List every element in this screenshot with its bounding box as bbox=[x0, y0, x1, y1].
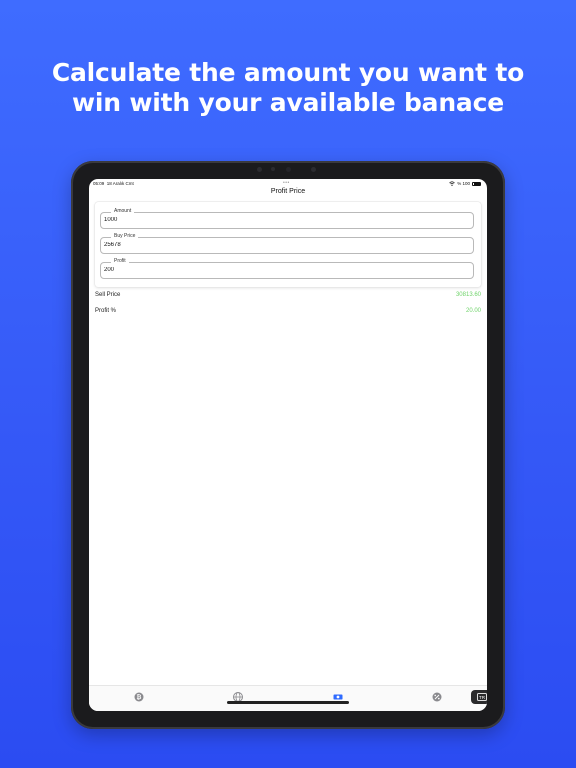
status-clock: 05:09 bbox=[93, 181, 105, 186]
tab-bar: ₿ bbox=[89, 685, 487, 711]
profit-percent-value: 20.00 bbox=[465, 308, 481, 314]
camera-icon bbox=[286, 167, 291, 172]
battery-percent: % 100 bbox=[457, 181, 470, 186]
buy-price-field[interactable]: Buy Price bbox=[100, 233, 474, 254]
multitasking-dots-icon[interactable]: ••• bbox=[283, 180, 290, 186]
status-time: 05:09 18 Aralık Cmt bbox=[93, 181, 134, 186]
headline-line-2: win with your available banace bbox=[72, 88, 504, 117]
amount-input[interactable] bbox=[104, 217, 464, 223]
sensor-dot bbox=[257, 167, 262, 172]
battery-icon bbox=[472, 181, 481, 186]
profit-field[interactable]: Profit bbox=[100, 258, 474, 279]
buy-price-input[interactable] bbox=[104, 242, 464, 248]
keyboard-language-button[interactable]: TR bbox=[471, 690, 487, 704]
tab-bitcoin[interactable]: ₿ bbox=[133, 690, 145, 702]
headline-line-1: Calculate the amount you want to bbox=[51, 58, 525, 87]
sell-price-row: Sell Price 30813.60 bbox=[95, 292, 481, 302]
profit-input[interactable] bbox=[104, 267, 464, 273]
page-title: Profit Price bbox=[270, 188, 306, 195]
percent-icon bbox=[432, 692, 442, 702]
profit-field-label: Profit bbox=[111, 258, 129, 265]
tablet-frame: 05:09 18 Aralık Cmt ••• % 100 Profit Pri… bbox=[71, 161, 505, 729]
tab-percent[interactable] bbox=[431, 690, 443, 702]
sensor-dot bbox=[311, 167, 316, 172]
buy-price-field-label: Buy Price bbox=[111, 233, 139, 240]
status-date: 18 Aralık Cmt bbox=[106, 181, 134, 186]
headline: Calculate the amount you want to win wit… bbox=[0, 58, 576, 118]
home-indicator[interactable] bbox=[227, 701, 349, 704]
bitcoin-icon: ₿ bbox=[134, 692, 144, 702]
sell-price-label: Sell Price bbox=[95, 292, 121, 298]
amount-field[interactable]: Amount bbox=[100, 208, 474, 229]
profit-percent-row: Profit % 20.00 bbox=[95, 308, 481, 318]
sensor-dot bbox=[271, 167, 275, 171]
amount-field-label: Amount bbox=[111, 208, 135, 215]
input-form-card: Amount Buy Price Profit bbox=[95, 202, 481, 287]
wifi-icon bbox=[449, 181, 456, 186]
profit-percent-label: Profit % bbox=[95, 308, 117, 314]
app-screen: 05:09 18 Aralık Cmt ••• % 100 Profit Pri… bbox=[89, 179, 487, 711]
status-indicators: % 100 bbox=[449, 181, 481, 186]
sell-price-value: 30813.60 bbox=[455, 292, 481, 298]
svg-text:₿: ₿ bbox=[137, 694, 142, 701]
keyboard-language-label: TR bbox=[477, 693, 487, 701]
